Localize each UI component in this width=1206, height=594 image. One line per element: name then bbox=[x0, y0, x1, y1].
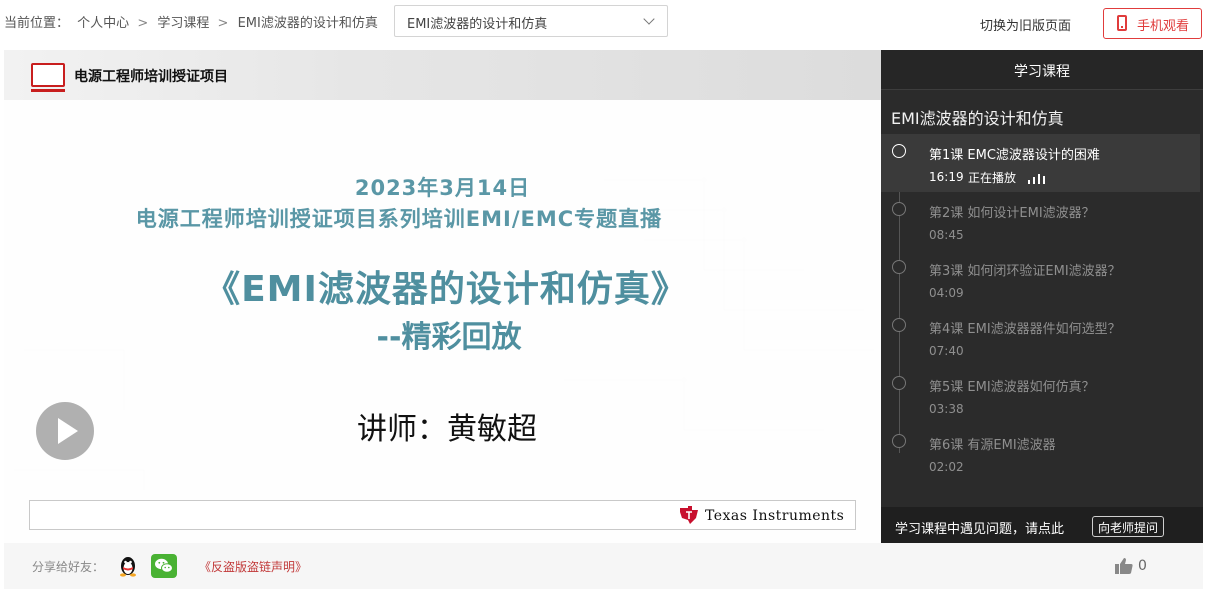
lesson-duration: 08:45 bbox=[929, 228, 964, 242]
course-sidebar: 学习课程 EMI滤波器的设计和仿真 第1课 EMC滤波器设计的困难 16:19 … bbox=[881, 50, 1203, 543]
breadcrumb-separator: > bbox=[137, 16, 149, 31]
mobile-watch-button[interactable]: 手机观看 bbox=[1103, 8, 1202, 39]
player-header: 电源工程师培训授证项目 bbox=[4, 50, 881, 100]
sponsor-bar: Texas Instruments bbox=[29, 500, 856, 530]
lesson-item[interactable]: 第4课 EMI滤波器器件如何选型？ 07:40 bbox=[881, 308, 1200, 366]
breadcrumb-label: 当前位置： bbox=[4, 16, 70, 31]
brand-title: 电源工程师培训授证项目 bbox=[74, 69, 228, 85]
course-select-value: EMI滤波器的设计和仿真 bbox=[407, 17, 548, 32]
lesson-title: 第5课 EMI滤波器如何仿真？ bbox=[929, 380, 1095, 395]
video-player[interactable]: 电源工程师培训授证项目 2023年3月14日 电源工程师培训授证项目系列培训EM… bbox=[4, 50, 881, 543]
qq-icon[interactable] bbox=[118, 554, 138, 577]
share-label: 分享给好友： bbox=[32, 560, 105, 574]
slide-date: 2023年3月14日 bbox=[354, 176, 531, 200]
lesson-item[interactable]: 第5课 EMI滤波器如何仿真？ 03:38 bbox=[881, 366, 1200, 424]
lesson-dot-icon bbox=[892, 144, 906, 158]
anti-piracy-link[interactable]: 《反盗版盗链声明》 bbox=[199, 558, 307, 575]
wechat-icon[interactable] bbox=[151, 554, 177, 578]
slide-title: 《EMI滤波器的设计和仿真》 bbox=[204, 269, 688, 310]
lesson-title: 第4课 EMI滤波器器件如何选型？ bbox=[929, 322, 1121, 337]
like-count: 0 bbox=[1138, 558, 1147, 574]
phone-icon bbox=[1117, 15, 1127, 31]
lesson-title: 第1课 EMC滤波器设计的困难 bbox=[929, 148, 1100, 163]
lesson-dot-icon bbox=[892, 260, 906, 274]
lesson-duration: 02:02 bbox=[929, 460, 964, 474]
sponsor-name: Texas Instruments bbox=[705, 508, 845, 524]
lesson-duration: 07:40 bbox=[929, 344, 964, 358]
now-playing-label: 正在播放 bbox=[968, 171, 1017, 185]
breadcrumb-item-personal-center[interactable]: 个人中心 bbox=[77, 16, 129, 31]
lesson-dot-icon bbox=[892, 202, 906, 216]
lesson-title: 第2课 如何设计EMI滤波器？ bbox=[929, 206, 1095, 221]
lesson-duration: 16:19 bbox=[929, 170, 964, 184]
lesson-item[interactable]: 第1课 EMC滤波器设计的困难 16:19 正在播放 bbox=[881, 134, 1200, 192]
sidebar-footer: 学习课程中遇见问题，请点此 向老师提问 bbox=[881, 507, 1203, 543]
sidebar-header: 学习课程 bbox=[881, 50, 1203, 90]
sidebar-course-title: EMI滤波器的设计和仿真 bbox=[891, 109, 1064, 128]
equalizer-icon bbox=[1028, 172, 1050, 184]
top-bar: 当前位置： 个人中心 > 学习课程 > EMI滤波器的设计和仿真 EMI滤波器的… bbox=[0, 0, 1206, 46]
lesson-dot-icon bbox=[892, 376, 906, 390]
brand-logo-icon bbox=[31, 63, 65, 92]
lesson-title: 第6课 有源EMI滤波器 bbox=[929, 438, 1056, 453]
ask-teacher-button[interactable]: 向老师提问 bbox=[1092, 516, 1165, 537]
lesson-item[interactable]: 第6课 有源EMI滤波器 02:02 bbox=[881, 424, 1200, 482]
course-select[interactable]: EMI滤波器的设计和仿真 bbox=[394, 5, 668, 37]
breadcrumb-item-courses[interactable]: 学习课程 bbox=[157, 16, 209, 31]
lesson-title: 第3课 如何闭环验证EMI滤波器？ bbox=[929, 264, 1121, 279]
thumbs-up-icon[interactable] bbox=[1115, 557, 1133, 575]
slide-replay-label: --精彩回放 bbox=[376, 320, 522, 355]
play-icon[interactable] bbox=[36, 402, 94, 460]
lesson-item[interactable]: 第3课 如何闭环验证EMI滤波器？ 04:09 bbox=[881, 250, 1200, 308]
breadcrumb: 当前位置： 个人中心 > 学习课程 > EMI滤波器的设计和仿真 bbox=[4, 12, 382, 31]
slide-subtitle: 电源工程师培训授证项目系列培训EMI/EMC专题直播 bbox=[135, 207, 663, 231]
lesson-dot-icon bbox=[892, 318, 906, 332]
slide-lecturer: 讲师：黄敏超 bbox=[357, 412, 537, 447]
bottom-bar: 分享给好友： 《反盗版盗链声明》 0 bbox=[4, 543, 1203, 589]
mobile-watch-label: 手机观看 bbox=[1137, 19, 1190, 34]
lesson-dot-icon bbox=[892, 434, 906, 448]
lesson-item[interactable]: 第2课 如何设计EMI滤波器？ 08:45 bbox=[881, 192, 1200, 250]
texas-instruments-logo-icon bbox=[680, 506, 698, 524]
help-prompt: 学习课程中遇见问题，请点此 bbox=[895, 522, 1065, 537]
lesson-duration: 03:38 bbox=[929, 402, 964, 416]
lesson-duration: 04:09 bbox=[929, 286, 964, 300]
breadcrumb-separator: > bbox=[217, 16, 229, 31]
breadcrumb-item-current-course: EMI滤波器的设计和仿真 bbox=[237, 16, 378, 31]
switch-old-version-link[interactable]: 切换为旧版页面 bbox=[980, 15, 1071, 34]
chevron-down-icon bbox=[643, 13, 655, 25]
